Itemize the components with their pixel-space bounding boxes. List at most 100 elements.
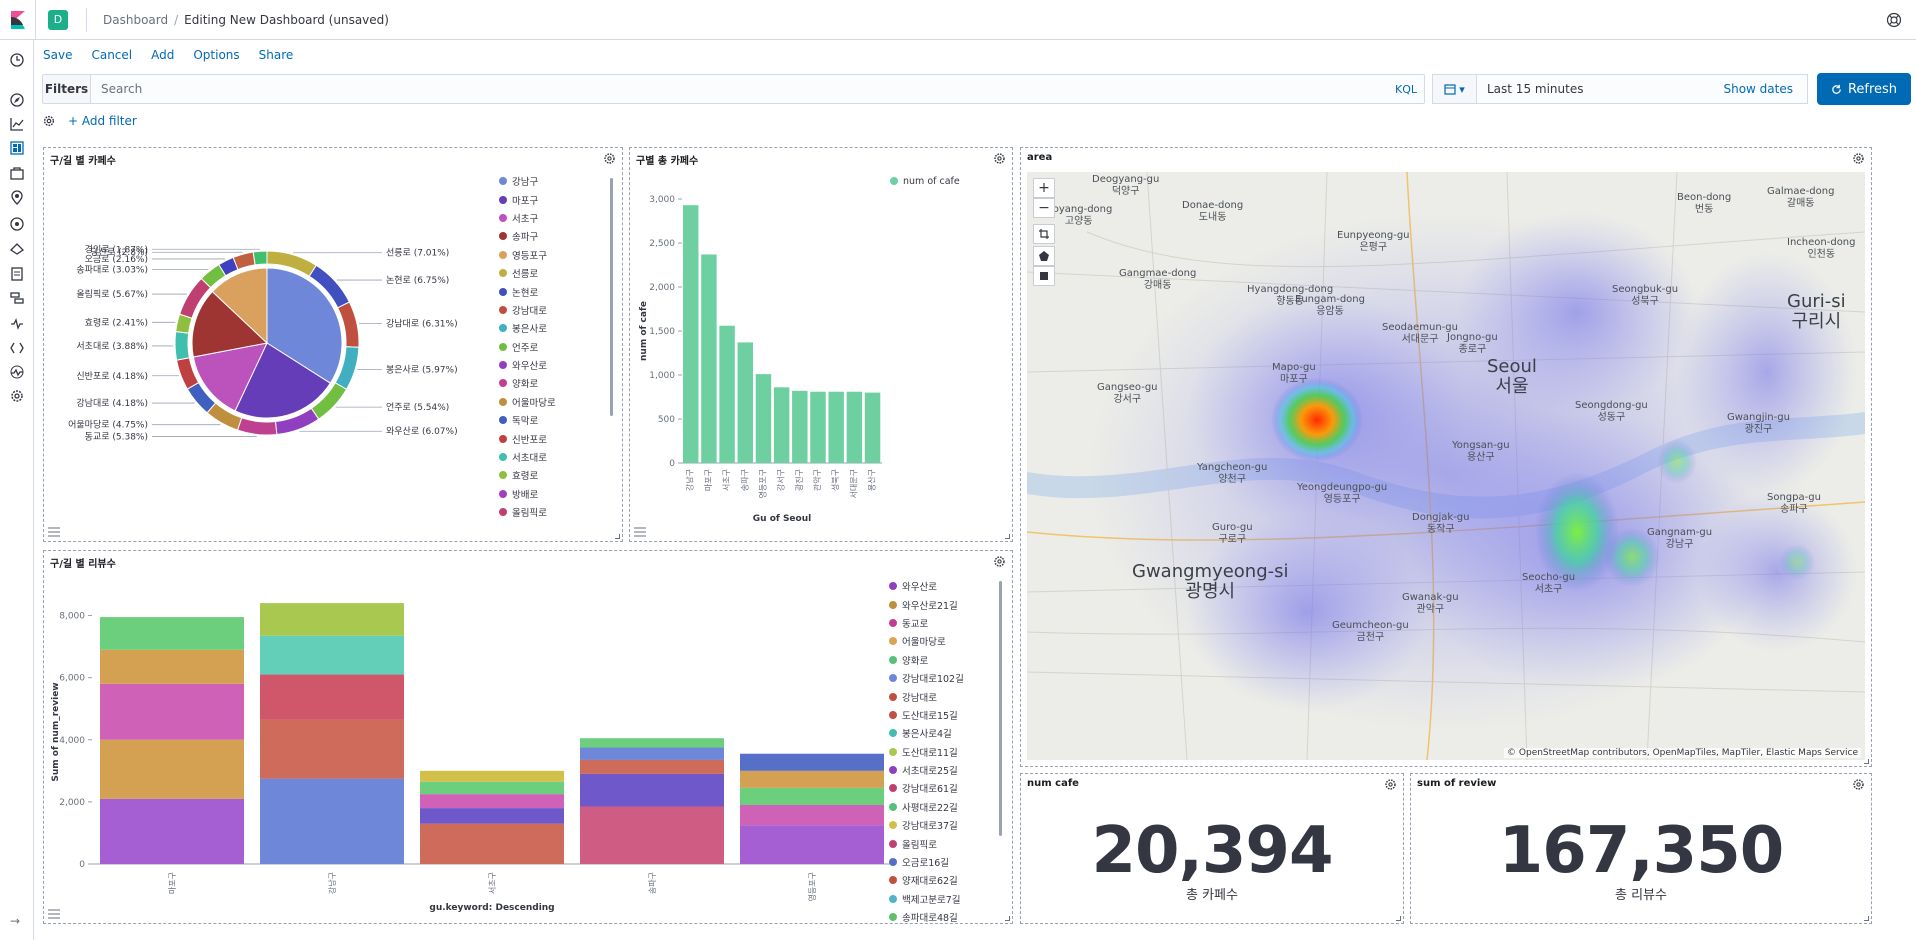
zoom-in-button[interactable]: +	[1033, 178, 1055, 198]
options-button[interactable]: Options	[193, 48, 239, 62]
resize-handle[interactable]	[1864, 759, 1869, 764]
legend-item[interactable]: 도산대로11길	[889, 743, 964, 761]
discover-icon[interactable]	[9, 92, 25, 108]
legend-item[interactable]: 와우산로	[889, 577, 964, 595]
legend-item[interactable]: 강남대로37길	[889, 816, 964, 834]
recently-viewed-icon[interactable]	[9, 52, 25, 68]
legend-item[interactable]: 양재대로62길	[889, 871, 964, 889]
show-dates-button[interactable]: Show dates	[1723, 82, 1793, 96]
legend-item[interactable]: 동교로	[889, 614, 964, 632]
cancel-button[interactable]: Cancel	[91, 48, 132, 62]
resize-handle[interactable]	[615, 534, 620, 539]
legend-item[interactable]: 백제고분로7길	[889, 890, 964, 908]
share-button[interactable]: Share	[259, 48, 294, 62]
legend-color-dot	[499, 250, 507, 259]
visualize-icon[interactable]	[9, 116, 25, 132]
legend-item[interactable]: 강남구	[499, 172, 556, 190]
legend-item[interactable]: num of cafe	[890, 172, 960, 190]
resize-handle[interactable]	[1005, 916, 1010, 921]
maps-icon[interactable]	[9, 190, 25, 206]
legend-item[interactable]: 양화로	[889, 651, 964, 669]
add-filter-button[interactable]: + Add filter	[68, 114, 137, 128]
kql-toggle-button[interactable]: KQL	[1388, 83, 1424, 96]
apm-icon[interactable]	[9, 290, 25, 306]
management-gear-icon[interactable]	[9, 388, 25, 404]
help-menu-icon[interactable]	[1886, 12, 1902, 28]
legend-item[interactable]: 올림픽로	[889, 834, 964, 852]
resize-handle[interactable]	[1864, 916, 1869, 921]
legend-item[interactable]: 양화로	[499, 374, 556, 392]
panel-gear-icon[interactable]	[1852, 778, 1865, 791]
legend-item[interactable]: 강남대로	[499, 301, 556, 319]
search-input[interactable]	[91, 75, 1388, 103]
legend-item[interactable]: 신반포로	[499, 429, 556, 447]
legend-item[interactable]: 서초대로25길	[889, 761, 964, 779]
quick-menu-button[interactable]: ▾	[1433, 75, 1477, 103]
legend-item[interactable]: 사평대로22길	[889, 798, 964, 816]
space-avatar[interactable]: D	[48, 9, 68, 30]
filter-options-gear-icon[interactable]	[42, 114, 56, 128]
legend-item[interactable]: 봉은사로4길	[889, 724, 964, 742]
legend-item[interactable]: 와우산로	[499, 356, 556, 374]
draw-shape-button[interactable]	[1033, 246, 1055, 266]
refresh-button[interactable]: Refresh	[1817, 73, 1911, 105]
fit-bounds-button[interactable]	[1033, 224, 1055, 244]
legend-item[interactable]: 강남대로	[889, 687, 964, 705]
ml-icon[interactable]	[9, 216, 25, 232]
pie-slice-label: 선릉로 (7.01%)	[386, 248, 449, 259]
add-panel-button[interactable]: Add	[151, 48, 174, 62]
legend-item[interactable]: 영등포구	[499, 246, 556, 264]
map-place-name-roman: Mapo-gu	[1272, 362, 1316, 373]
legend-item[interactable]: 선릉로	[499, 264, 556, 282]
legend-scrollbar[interactable]	[610, 178, 613, 416]
legend-item[interactable]: 어울마당로	[499, 393, 556, 411]
legend-color-dot	[889, 692, 897, 701]
monitoring-icon[interactable]	[9, 364, 25, 380]
draw-bounds-button[interactable]	[1033, 266, 1055, 286]
legend-item[interactable]: 강남대로102길	[889, 669, 964, 687]
canvas-icon[interactable]	[9, 166, 25, 182]
zoom-out-button[interactable]: −	[1033, 198, 1055, 218]
legend-scrollbar[interactable]	[999, 581, 1002, 836]
panel-gear-icon[interactable]	[1384, 778, 1397, 791]
legend-item[interactable]: 송파구	[499, 227, 556, 245]
legend-item[interactable]: 독막로	[499, 411, 556, 429]
time-range-display[interactable]: Last 15 minutes	[1487, 82, 1723, 96]
panel-gear-icon[interactable]	[993, 152, 1006, 165]
infrastructure-icon[interactable]	[9, 240, 25, 256]
legend-item[interactable]: 어울마당로	[889, 632, 964, 650]
legend-item[interactable]: 도산대로15길	[889, 706, 964, 724]
uptime-icon[interactable]	[9, 316, 25, 332]
legend-item[interactable]: 방배로	[499, 485, 556, 503]
breadcrumb-dashboard-link[interactable]: Dashboard	[103, 13, 168, 27]
save-button[interactable]: Save	[43, 48, 72, 62]
resize-handle[interactable]	[1396, 916, 1401, 921]
legend-toggle-icon[interactable]	[634, 527, 646, 537]
dashboard-icon[interactable]	[9, 140, 25, 156]
kibana-logo[interactable]	[0, 0, 36, 40]
legend-item[interactable]: 서초대로	[499, 448, 556, 466]
legend-toggle-icon[interactable]	[48, 909, 60, 919]
legend-item[interactable]: 논현로	[499, 282, 556, 300]
legend-item[interactable]: 와우산로21길	[889, 595, 964, 613]
legend-item[interactable]: 언주로	[499, 338, 556, 356]
map-attribution[interactable]: © OpenStreetMap contributors, OpenMapTil…	[1504, 748, 1861, 758]
legend-item[interactable]: 올림픽로	[499, 503, 556, 521]
legend-color-dot	[499, 287, 507, 296]
legend-toggle-icon[interactable]	[48, 527, 60, 537]
legend-item[interactable]: 봉은사로	[499, 319, 556, 337]
legend-item[interactable]: 서초구	[499, 209, 556, 227]
legend-item[interactable]: 효령로	[499, 466, 556, 484]
map-canvas[interactable]: Deogyang-gu 덕양구 Donae-dong 도내동 Goyang-dong 고양…	[1027, 172, 1865, 760]
dev-tools-icon[interactable]	[9, 340, 25, 356]
panel-gear-icon[interactable]	[603, 152, 616, 165]
legend-item[interactable]: 송파대로48길	[889, 908, 964, 926]
logs-icon[interactable]	[9, 266, 25, 282]
resize-handle[interactable]	[1005, 534, 1010, 539]
nav-expand-icon[interactable]: →	[10, 914, 20, 928]
panel-gear-icon[interactable]	[1852, 152, 1865, 165]
legend-item[interactable]: 마포구	[499, 190, 556, 208]
legend-item[interactable]: 오금로16길	[889, 853, 964, 871]
legend-item[interactable]: 강남대로61길	[889, 779, 964, 797]
panel-gear-icon[interactable]	[993, 555, 1006, 568]
